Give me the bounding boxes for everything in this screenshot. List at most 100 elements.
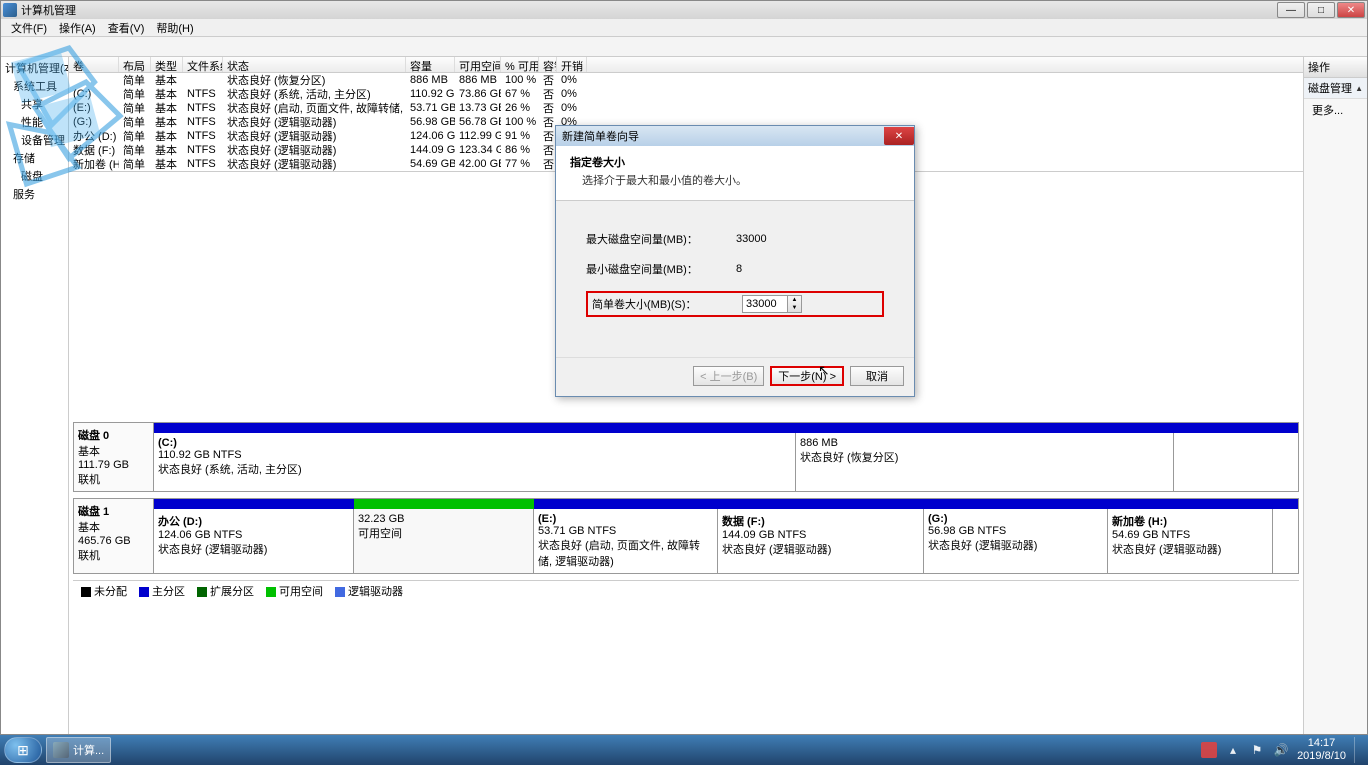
show-desktop-button[interactable] xyxy=(1354,737,1364,763)
actions-header: 操作 xyxy=(1304,57,1367,78)
wizard-back-button[interactable]: < 上一步(B) xyxy=(693,366,764,386)
menu-action[interactable]: 操作(A) xyxy=(53,20,102,36)
partition[interactable]: (E:)53.71 GB NTFS状态良好 (启动, 页面文件, 故障转储, 逻… xyxy=(534,509,718,573)
menu-help[interactable]: 帮助(H) xyxy=(150,20,199,36)
toolbar-strip xyxy=(1,37,1367,57)
menubar: 文件(F) 操作(A) 查看(V) 帮助(H) xyxy=(1,19,1367,37)
spinner-down-icon[interactable]: ▼ xyxy=(788,304,801,312)
spinner-up-icon[interactable]: ▲ xyxy=(788,296,801,304)
tree-share[interactable]: 共享 xyxy=(3,95,66,113)
cell-fs: NTFS xyxy=(183,116,223,128)
cell-free: 123.34 GB xyxy=(455,144,501,156)
legend-row: 未分配主分区扩展分区可用空间逻辑驱动器 xyxy=(73,580,1299,600)
partition[interactable]: 办公 (D:)124.06 GB NTFS状态良好 (逻辑驱动器) xyxy=(154,509,354,573)
cell-fs: NTFS xyxy=(183,144,223,156)
navigation-tree[interactable]: 计算机管理(本地) 系统工具 共享 性能 设备管理 存储 磁盘 服务 xyxy=(1,57,69,734)
cell-over: 0% xyxy=(557,74,587,86)
taskbar: ⊞ 计算... ▴ ⚑ 🔊 14:17 2019/8/10 xyxy=(0,735,1368,765)
tree-root[interactable]: 计算机管理(本地) xyxy=(3,59,66,77)
tree-disk[interactable]: 磁盘 xyxy=(3,167,66,185)
cell-cap: 53.71 GB xyxy=(406,102,455,114)
legend-item: 逻辑驱动器 xyxy=(335,583,403,599)
col-free[interactable]: 可用空间 xyxy=(455,57,501,72)
new-simple-volume-wizard: 新建简单卷向导 ✕ 指定卷大小 选择介于最大和最小值的卷大小。 最大磁盘空间量(… xyxy=(555,125,915,397)
disk-partition-strip: (C:)110.92 GB NTFS状态良好 (系统, 活动, 主分区)886 … xyxy=(154,433,1298,491)
tree-device-manager[interactable]: 设备管理 xyxy=(3,131,66,149)
tree-services[interactable]: 服务 xyxy=(3,185,66,203)
cell-fs: NTFS xyxy=(183,102,223,114)
col-percent[interactable]: % 可用 xyxy=(501,57,539,72)
cell-layout: 简单 xyxy=(119,156,151,172)
cell-free: 56.78 GB xyxy=(455,116,501,128)
col-layout[interactable]: 布局 xyxy=(119,57,151,72)
clock-date: 2019/8/10 xyxy=(1297,750,1346,763)
wizard-titlebar[interactable]: 新建简单卷向导 ✕ xyxy=(556,126,914,146)
tree-performance[interactable]: 性能 xyxy=(3,113,66,131)
partition[interactable]: 886 MB状态良好 (恢复分区) xyxy=(796,433,1174,491)
col-filesystem[interactable]: 文件系统 xyxy=(183,57,223,72)
task-label: 计算... xyxy=(73,742,104,758)
tree-storage[interactable]: 存储 xyxy=(3,149,66,167)
collapse-icon: ▲ xyxy=(1355,84,1363,93)
menu-file[interactable]: 文件(F) xyxy=(5,20,53,36)
actions-more[interactable]: 更多... xyxy=(1304,99,1367,121)
partition[interactable]: 数据 (F:)144.09 GB NTFS状态良好 (逻辑驱动器) xyxy=(718,509,924,573)
volume-row[interactable]: 简单 基本 状态良好 (恢复分区) 886 MB 886 MB 100 % 否 … xyxy=(69,73,1303,87)
partition[interactable]: (C:)110.92 GB NTFS状态良好 (系统, 活动, 主分区) xyxy=(154,433,796,491)
maximize-button[interactable]: □ xyxy=(1307,2,1335,18)
partition[interactable]: (G:)56.98 GB NTFS状态良好 (逻辑驱动器) xyxy=(924,509,1108,573)
disk-row: 磁盘 1基本465.76 GB联机办公 (D:)124.06 GB NTFS状态… xyxy=(73,498,1299,574)
col-status[interactable]: 状态 xyxy=(223,57,406,72)
action-center-icon[interactable]: ⚑ xyxy=(1249,742,1265,758)
wizard-cancel-button[interactable]: 取消 xyxy=(850,366,904,386)
actions-sub-label: 磁盘管理 xyxy=(1308,80,1352,96)
wizard-header: 指定卷大小 选择介于最大和最小值的卷大小。 xyxy=(556,146,914,201)
ime-icon[interactable] xyxy=(1201,742,1217,758)
volume-size-spinner[interactable]: ▲ ▼ xyxy=(788,295,802,313)
disk-info[interactable]: 磁盘 1基本465.76 GB联机 xyxy=(74,499,154,573)
app-icon xyxy=(3,3,17,17)
close-button[interactable]: ✕ xyxy=(1337,2,1365,18)
col-capacity[interactable]: 容量 xyxy=(406,57,455,72)
volume-icon[interactable]: 🔊 xyxy=(1273,742,1289,758)
col-fault[interactable]: 容错 xyxy=(539,57,557,72)
cell-free: 42.00 GB xyxy=(455,158,501,170)
wizard-next-button[interactable]: 下一步(N) > xyxy=(770,366,844,386)
col-overhead[interactable]: 开销 xyxy=(557,57,587,72)
volume-size-row-highlighted: 简单卷大小(MB)(S)： ▲ ▼ xyxy=(586,291,884,317)
cell-over: 0% xyxy=(557,88,587,100)
col-type[interactable]: 类型 xyxy=(151,57,183,72)
tray-chevron-icon[interactable]: ▴ xyxy=(1225,742,1241,758)
actions-disk-management[interactable]: 磁盘管理 ▲ xyxy=(1304,78,1367,99)
cell-type: 基本 xyxy=(151,156,183,172)
titlebar: 计算机管理 — □ ✕ xyxy=(1,1,1367,19)
start-button[interactable]: ⊞ xyxy=(4,737,42,763)
partition[interactable]: 新加卷 (H:)54.69 GB NTFS状态良好 (逻辑驱动器) xyxy=(1108,509,1273,573)
volume-row[interactable]: (C:) 简单 基本 NTFS 状态良好 (系统, 活动, 主分区) 110.9… xyxy=(69,87,1303,101)
wizard-body: 最大磁盘空间量(MB)： 33000 最小磁盘空间量(MB)： 8 简单卷大小(… xyxy=(556,201,914,357)
taskbar-task-computer-management[interactable]: 计算... xyxy=(46,737,111,763)
wizard-head-subtitle: 选择介于最大和最小值的卷大小。 xyxy=(570,172,900,188)
partition[interactable]: 32.23 GB可用空间 xyxy=(354,509,534,573)
cell-pct: 100 % xyxy=(501,116,539,128)
disk-info[interactable]: 磁盘 0基本111.79 GB联机 xyxy=(74,423,154,491)
min-disk-space-label: 最小磁盘空间量(MB)： xyxy=(586,261,736,277)
col-vol[interactable]: 卷 xyxy=(69,57,119,72)
menu-view[interactable]: 查看(V) xyxy=(102,20,151,36)
max-disk-space-value: 33000 xyxy=(736,233,884,245)
wizard-head-title: 指定卷大小 xyxy=(570,154,900,170)
wizard-close-button[interactable]: ✕ xyxy=(884,127,914,145)
disk-row: 磁盘 0基本111.79 GB联机(C:)110.92 GB NTFS状态良好 … xyxy=(73,422,1299,492)
volume-row[interactable]: (E:) 简单 基本 NTFS 状态良好 (启动, 页面文件, 故障转储, 逻辑… xyxy=(69,101,1303,115)
taskbar-clock[interactable]: 14:17 2019/8/10 xyxy=(1297,737,1346,763)
minimize-button[interactable]: — xyxy=(1277,2,1305,18)
volume-size-input[interactable] xyxy=(742,295,788,313)
cell-cap: 56.98 GB xyxy=(406,116,455,128)
cell-cap: 124.06 GB xyxy=(406,130,455,142)
volume-size-label: 简单卷大小(MB)(S)： xyxy=(592,296,742,312)
wizard-button-row: < 上一步(B) 下一步(N) > 取消 xyxy=(556,357,914,396)
tree-system-tools[interactable]: 系统工具 xyxy=(3,77,66,95)
cell-cap: 144.09 GB xyxy=(406,144,455,156)
window-title: 计算机管理 xyxy=(21,2,76,18)
clock-time: 14:17 xyxy=(1297,737,1346,750)
